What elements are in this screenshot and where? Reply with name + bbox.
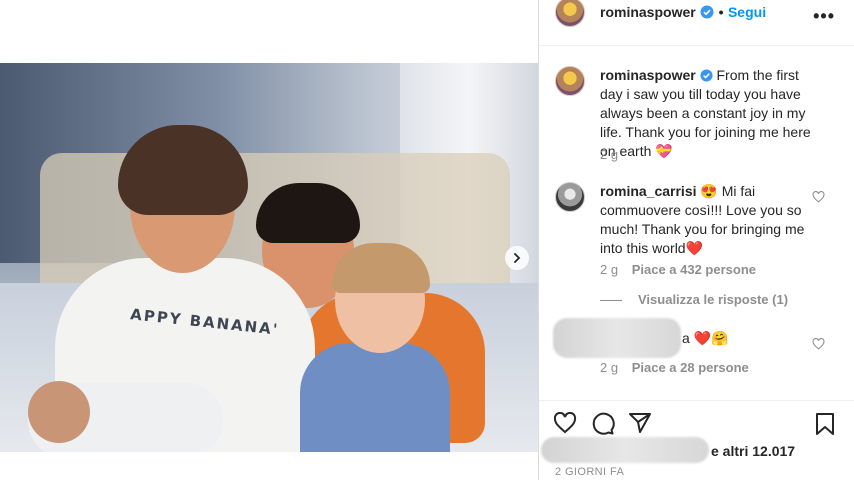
header-separator: • <box>718 4 724 20</box>
view-replies-button[interactable]: Visualizza le risposte (1) <box>600 292 788 307</box>
author-avatar[interactable] <box>555 0 585 27</box>
verified-icon <box>700 69 713 82</box>
author-username[interactable]: rominaspower <box>600 4 696 20</box>
more-icon[interactable]: ••• <box>813 6 835 27</box>
chevron-right-icon <box>514 253 521 263</box>
comment-likes[interactable]: Piace a 28 persone <box>632 360 749 375</box>
heart-icon[interactable] <box>812 191 825 203</box>
next-image-button[interactable] <box>505 246 529 270</box>
caption-time: 2 g <box>600 147 619 162</box>
commenter-avatar[interactable] <box>555 182 585 212</box>
comment-time: 2 g <box>600 360 619 375</box>
redacted-user <box>553 318 681 358</box>
verified-icon <box>700 5 714 19</box>
bookmark-icon[interactable] <box>815 412 835 436</box>
heart-icon[interactable] <box>812 338 825 350</box>
comment-icon[interactable] <box>591 412 615 436</box>
comments-list: rominaspower From the first day i saw yo… <box>539 46 854 400</box>
share-icon[interactable] <box>628 412 652 434</box>
follow-button[interactable]: Segui <box>728 4 766 20</box>
post-sidebar: rominaspower • Segui ••• rominaspower Fr… <box>538 0 854 480</box>
post-photo[interactable]: APPY BANANA' <box>0 63 538 452</box>
post-timestamp: 2 GIORNI FA <box>555 466 625 478</box>
heart-icon[interactable] <box>553 412 577 434</box>
redacted-likers <box>541 437 709 463</box>
comment-username[interactable]: romina_carrisi <box>600 183 697 199</box>
post-header: rominaspower • Segui ••• <box>539 0 854 46</box>
caption-avatar[interactable] <box>555 66 585 96</box>
comment-text: a ❤️🤗 <box>682 330 729 346</box>
comment-time: 2 g <box>600 262 619 277</box>
caption-username[interactable]: rominaspower <box>600 67 696 83</box>
media-pane: APPY BANANA' <box>0 0 538 480</box>
likes-count[interactable]: e altri 12.017 <box>711 443 795 459</box>
comment-likes[interactable]: Piace a 432 persone <box>632 262 756 277</box>
